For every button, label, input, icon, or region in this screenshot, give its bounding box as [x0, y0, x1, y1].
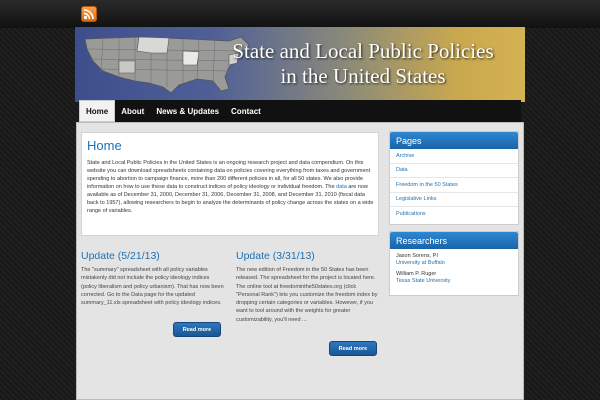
sidebar-item-publications[interactable]: Publications: [390, 207, 518, 222]
update-title-2[interactable]: Update (3/31/13): [236, 250, 381, 262]
site-title-line-2: in the United States: [280, 64, 446, 88]
home-intro-text: State and Local Public Policies in the U…: [87, 159, 375, 215]
update-text-2: The new edition of Freedom in the 50 Sta…: [236, 267, 378, 323]
nav-about[interactable]: About: [115, 100, 150, 122]
site-title-line-1: State and Local Public Policies: [232, 39, 494, 63]
update-post-2: Update (3/31/13) The new edition of Free…: [236, 250, 381, 324]
nav-news-updates[interactable]: News & Updates: [150, 100, 225, 122]
page-title: Home: [87, 138, 122, 153]
top-bar: [0, 0, 600, 28]
site-title: State and Local Public Policies in the U…: [205, 39, 521, 89]
researcher-2: William P. Ruger Texas State University: [390, 267, 518, 285]
researcher-name-1: Jason Sorens, PI: [396, 253, 438, 259]
update-title-1[interactable]: Update (5/21/13): [81, 250, 226, 262]
sidebar-item-freedom[interactable]: Freedom in the 50 States: [390, 178, 518, 193]
researchers-widget-title: Researchers: [390, 232, 518, 249]
researcher-affiliation-2[interactable]: Texas State University: [396, 278, 512, 285]
researcher-1: Jason Sorens, PI University at Buffalo: [390, 249, 518, 267]
nav-home[interactable]: Home: [79, 100, 116, 122]
nav-contact[interactable]: Contact: [225, 100, 267, 122]
site-banner[interactable]: State and Local Public Policies in the U…: [75, 27, 525, 102]
sidebar-item-archive[interactable]: Archive: [390, 149, 518, 164]
main-nav: Home About News & Updates Contact: [79, 100, 521, 122]
read-more-button-1[interactable]: Read more: [173, 322, 221, 337]
home-panel: Home State and Local Public Policies in …: [81, 132, 379, 236]
update-text-1: The "summary" spreadsheet with all polic…: [81, 267, 224, 307]
sidebar-item-data[interactable]: Data: [390, 164, 518, 178]
researcher-affiliation-1[interactable]: University at Buffalo: [396, 260, 512, 267]
sidebar-item-legislative-links[interactable]: Legislative Links: [390, 193, 518, 207]
read-more-button-2[interactable]: Read more: [329, 341, 377, 356]
home-text-part-1: State and Local Public Policies in the U…: [87, 160, 371, 190]
data-link[interactable]: data: [336, 184, 347, 190]
researchers-widget: Researchers Jason Sorens, PI University …: [389, 231, 519, 296]
pages-widget: Pages Archive Data Freedom in the 50 Sta…: [389, 131, 519, 225]
update-post-1: Update (5/21/13) The "summary" spreadshe…: [81, 250, 226, 307]
researcher-name-2: William P. Ruger: [396, 271, 437, 277]
pages-widget-title: Pages: [390, 132, 518, 149]
rss-feed-icon[interactable]: [81, 6, 97, 22]
